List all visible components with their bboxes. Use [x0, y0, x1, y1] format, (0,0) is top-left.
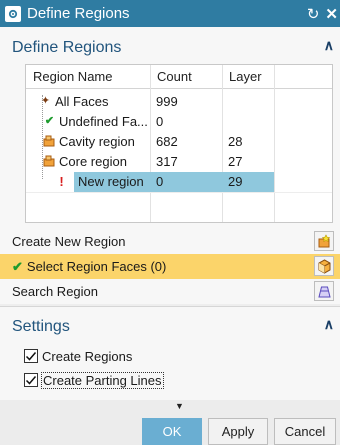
count-cell: 0 [156, 174, 164, 189]
new-region-icon [318, 233, 330, 247]
count-cell: 317 [156, 154, 178, 169]
gear-icon [5, 5, 21, 22]
region-name-cell: All Faces [55, 94, 109, 109]
all-faces-icon: ✦ [40, 95, 51, 107]
checkmark-icon: ✔ [44, 115, 55, 127]
create-parting-lines-checkbox-row[interactable]: Create Parting Lines [24, 370, 164, 390]
warning-exclamation-icon: ! [59, 174, 64, 189]
create-region-button[interactable] [314, 231, 334, 251]
column-header-region-name[interactable]: Region Name [26, 65, 113, 89]
reset-icon[interactable]: ↻ [307, 5, 320, 23]
ok-button[interactable]: OK [142, 418, 202, 445]
create-parting-lines-checkbox[interactable] [24, 373, 38, 387]
checkmark-icon: ✔ [12, 258, 23, 274]
select-faces-button[interactable] [314, 256, 334, 276]
create-regions-checkbox-row[interactable]: Create Regions [24, 346, 132, 366]
region-name-cell: Core region [59, 154, 127, 169]
select-region-faces-label: Select Region Faces (0) [26, 259, 167, 274]
table-header: Region Name Count Layer [26, 65, 332, 89]
count-cell: 682 [156, 134, 178, 149]
define-regions-header[interactable]: Define Regions ∧ [0, 35, 340, 61]
define-regions-title: Define Regions [12, 39, 122, 56]
settings-header[interactable]: Settings ∧ [0, 314, 340, 340]
count-cell: 999 [156, 94, 178, 109]
apply-button[interactable]: Apply [208, 418, 268, 445]
region-name-cell: Cavity region [59, 134, 135, 149]
create-new-region-label: Create New Region [12, 234, 126, 249]
table-row-empty [26, 192, 332, 212]
create-regions-checkbox[interactable] [24, 349, 38, 363]
table-row-selected[interactable]: ! New region 0 29 [26, 172, 332, 192]
create-regions-label: Create Regions [42, 348, 133, 364]
core-region-icon [43, 155, 56, 168]
layer-cell: 28 [228, 134, 243, 149]
count-cell: 0 [156, 114, 164, 129]
search-region-label: Search Region [12, 284, 98, 299]
column-header-count[interactable]: Count [150, 65, 192, 89]
layer-cell: 27 [228, 154, 243, 169]
close-icon[interactable]: ✕ [325, 5, 338, 23]
region-name-cell: New region [78, 174, 144, 189]
select-region-faces-row[interactable]: ✔ Select Region Faces (0) [0, 254, 340, 279]
table-row[interactable]: Cavity region 682 28 [26, 132, 332, 152]
collapse-caret-icon[interactable]: ∧ [324, 37, 334, 54]
table-row[interactable]: ✦ All Faces 999 [26, 92, 332, 112]
settings-title: Settings [12, 318, 70, 335]
title-bar: Define Regions ↻ ✕ [0, 0, 340, 27]
search-region-row[interactable]: Search Region [0, 279, 340, 304]
cancel-button[interactable]: Cancel [274, 418, 336, 445]
dialog-button-bar: ▼ OK Apply Cancel [0, 400, 340, 445]
search-region-icon [317, 286, 331, 297]
collapse-caret-icon[interactable]: ∧ [324, 316, 334, 333]
table-row[interactable]: Core region 317 27 [26, 152, 332, 172]
search-region-button[interactable] [314, 281, 334, 301]
create-new-region-row[interactable]: Create New Region [0, 229, 340, 254]
cavity-region-icon [43, 135, 56, 148]
table-row[interactable]: ✔ Undefined Fa... 0 [26, 112, 332, 132]
cube-icon [318, 258, 330, 274]
regions-table: Region Name Count Layer ✦ All Faces 999 … [25, 64, 333, 223]
expand-arrow-icon[interactable]: ▼ [175, 401, 184, 411]
window-title: Define Regions [27, 5, 130, 22]
region-name-cell: Undefined Fa... [59, 114, 148, 129]
create-parting-lines-label: Create Parting Lines [41, 371, 164, 389]
column-header-layer[interactable]: Layer [222, 65, 262, 89]
layer-cell: 29 [228, 174, 243, 189]
